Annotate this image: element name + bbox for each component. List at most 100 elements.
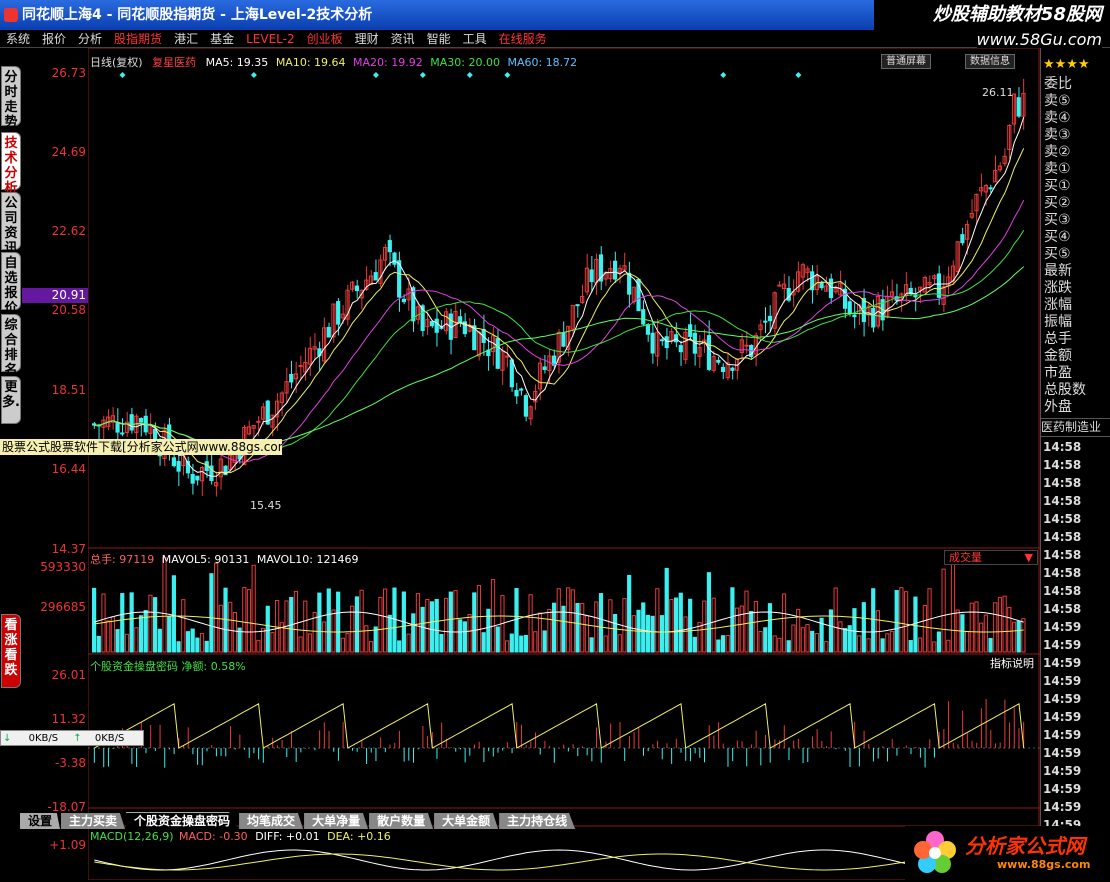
- volume-bar: [378, 596, 383, 653]
- candle-body: [678, 345, 683, 353]
- screen-button-0[interactable]: 普通屏幕: [881, 54, 931, 69]
- volume-bar: [655, 588, 660, 653]
- volume-bar: [683, 616, 688, 653]
- indicator-tabs: 设置 主力买卖 个股资金操盘密码 均笔成交 大单净量 散户数量 大单金额 主力持仓线: [20, 812, 600, 829]
- volume-bar: [711, 597, 716, 653]
- volume-tick: 296685: [40, 600, 86, 614]
- ma10-line: [94, 148, 1025, 474]
- brand-watermark: 炒股辅助教材58股网: [874, 0, 1110, 30]
- left-navigation: 分时走势 技术分析 公司资讯 自选报价 综合排名 更多... 看涨看跌: [0, 66, 30, 688]
- volume-bar: [232, 611, 237, 653]
- volume-bar: [92, 587, 97, 653]
- menu-item-1[interactable]: 报价: [36, 30, 72, 48]
- volume-bar: [373, 626, 378, 653]
- menu-item-8[interactable]: 理财: [349, 30, 385, 48]
- menu-item-3[interactable]: 股指期货: [108, 30, 168, 48]
- menu-item-7[interactable]: 创业板: [301, 30, 349, 48]
- volume-bar: [664, 567, 669, 653]
- volume-bar: [659, 615, 665, 653]
- trade-time: 14:59: [1043, 800, 1082, 814]
- ma60-value: MA60: 18.72: [507, 56, 578, 69]
- menu-item-11[interactable]: 工具: [457, 30, 493, 48]
- macd-legend: MACD(12,26,9) MACD: -0.30 DIFF: +0.01 DE…: [90, 830, 391, 843]
- menu-item-6[interactable]: LEVEL-2: [240, 30, 301, 48]
- volume-bar: [627, 574, 632, 653]
- help-button[interactable]: 指标说明: [986, 657, 1038, 670]
- indicator-tab-3[interactable]: 均笔成交: [239, 813, 304, 829]
- volume-bar: [214, 562, 219, 653]
- volume-bar: [645, 614, 651, 653]
- menu-item-9[interactable]: 资讯: [385, 30, 421, 48]
- indicator-tab-4[interactable]: 大单净量: [304, 813, 369, 829]
- industry-label[interactable]: 医药制造业: [1041, 418, 1110, 437]
- signal-diamond: [795, 72, 802, 78]
- candle-body: [561, 332, 566, 347]
- menu-item-2[interactable]: 分析: [72, 30, 108, 48]
- volume-bar: [861, 602, 866, 653]
- trade-time: 14:59: [1043, 746, 1082, 760]
- candle-body: [429, 320, 435, 327]
- volume-bar: [889, 630, 895, 653]
- ma30-value: MA30: 20.00: [430, 56, 500, 69]
- indicator-tab-2[interactable]: 个股资金操盘密码: [126, 812, 239, 829]
- left-tab-0[interactable]: 分时走势: [1, 66, 21, 130]
- quote-field: 振幅: [1044, 314, 1072, 330]
- volume-bar: [251, 564, 256, 653]
- quote-field: 涨跌: [1044, 280, 1072, 296]
- period-label[interactable]: 日线(复权): [90, 56, 143, 69]
- volume-bar: [1021, 618, 1026, 653]
- menu-item-4[interactable]: 港汇: [168, 30, 204, 48]
- left-tab-5[interactable]: 更多...: [1, 376, 30, 424]
- volume-bar: [481, 632, 486, 653]
- quote-field: 卖②: [1044, 144, 1071, 160]
- chart-area[interactable]: [88, 48, 1040, 880]
- indicator-tab-7[interactable]: 主力持仓线: [499, 813, 576, 829]
- volume-bar: [824, 641, 829, 653]
- left-tab-2[interactable]: 公司资讯: [1, 192, 21, 256]
- candle-body: [495, 338, 500, 369]
- indicator-tab-5[interactable]: 散户数量: [369, 813, 434, 829]
- volume-bar: [608, 599, 613, 653]
- left-tab-4[interactable]: 综合排名: [1, 314, 21, 378]
- volume-bar: [115, 629, 120, 653]
- menu-item-12[interactable]: 在线服务: [493, 30, 553, 48]
- ad-banner[interactable]: 股票公式股票软件下载[分析家公式网www.88gs.com]: [0, 439, 282, 455]
- volume-bar: [927, 588, 932, 653]
- candle-body: [195, 475, 200, 481]
- volume-bar: [767, 603, 773, 653]
- candle-body: [777, 284, 782, 287]
- menu-item-0[interactable]: 系统: [0, 30, 36, 48]
- indicator-tab-0[interactable]: 设置: [20, 813, 61, 829]
- quote-field: 金额: [1044, 348, 1072, 364]
- menu-item-5[interactable]: 基金: [204, 30, 240, 48]
- volume-bar: [486, 608, 491, 653]
- macd-name: MACD(12,26,9): [90, 830, 174, 843]
- logo-name: 分析家公式网: [965, 834, 1085, 858]
- volume-bar: [96, 635, 101, 653]
- volume-bar: [1016, 620, 1021, 653]
- left-tab-1[interactable]: 技术分析: [1, 132, 21, 196]
- volume-bar: [575, 602, 580, 653]
- candle-body: [120, 432, 125, 435]
- quote-field: 买④: [1044, 229, 1071, 245]
- trade-time: 14:58: [1043, 440, 1082, 454]
- window-title: 同花顺上海4 - 同花顺股指期货 - 上海Level-2技术分析: [22, 7, 373, 23]
- screen-button-1[interactable]: 数据信息: [965, 54, 1015, 69]
- candle-body: [589, 269, 594, 283]
- volume-bar: [880, 638, 885, 653]
- indicator-tab-1[interactable]: 主力买卖: [61, 813, 126, 829]
- left-tab-3[interactable]: 自选报价: [1, 252, 21, 316]
- indicator-dropdown[interactable]: 成交量 ▼: [944, 550, 1038, 565]
- volume-bar: [678, 592, 683, 653]
- candle-body: [373, 272, 378, 281]
- quote-field: 委比: [1044, 76, 1072, 92]
- candle-body: [542, 366, 547, 371]
- flower-logo-icon: [914, 831, 956, 873]
- volume-bar: [195, 637, 200, 653]
- volume-bar: [364, 625, 369, 653]
- rise-fall-tab[interactable]: 看涨看跌: [1, 614, 21, 688]
- menu-item-10[interactable]: 智能: [421, 30, 457, 48]
- volume-bar: [791, 624, 796, 653]
- indicator-tab-6[interactable]: 大单金额: [434, 813, 499, 829]
- volume-bar: [805, 623, 810, 653]
